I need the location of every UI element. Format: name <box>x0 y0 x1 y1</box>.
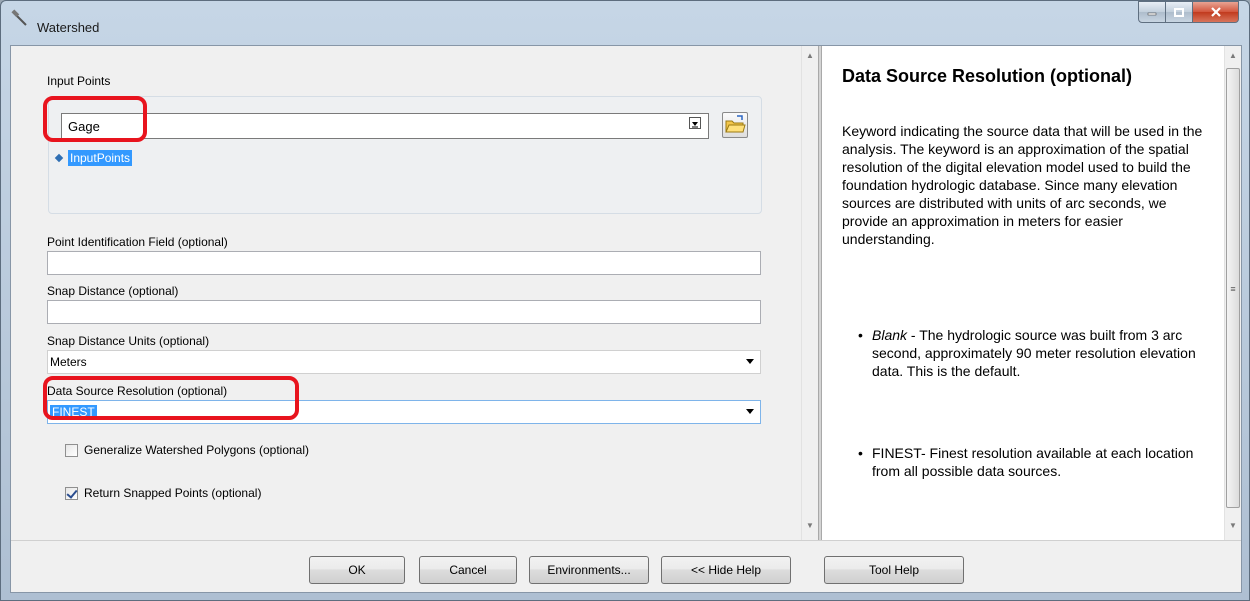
snap-units-dropdown[interactable]: Meters <box>47 350 761 374</box>
return-snapped-label: Return Snapped Points (optional) <box>84 486 262 500</box>
dialog-client: Input Points Gage InputPoints Point Iden… <box>10 45 1242 593</box>
layer-bullet-icon <box>54 153 64 163</box>
ok-button[interactable]: OK <box>309 556 405 584</box>
generalize-checkbox[interactable] <box>65 443 78 457</box>
hide-help-button[interactable]: << Hide Help <box>661 556 791 584</box>
return-snapped-checkbox-row[interactable]: Return Snapped Points (optional) <box>65 486 261 500</box>
environments-button[interactable]: Environments... <box>529 556 649 584</box>
input-points-value: Gage <box>68 119 100 134</box>
scroll-up-icon[interactable]: ▲ <box>802 48 818 64</box>
parameters-scrollbar[interactable]: ▲ ▼ <box>801 46 818 540</box>
minimize-button[interactable] <box>1138 1 1166 23</box>
return-snapped-checkbox[interactable] <box>65 486 78 500</box>
input-points-label: Input Points <box>47 74 111 88</box>
help-item-finest: FINEST- Finest resolution available at e… <box>858 444 1212 480</box>
tool-help-button[interactable]: Tool Help <box>824 556 964 584</box>
cancel-button[interactable]: Cancel <box>419 556 517 584</box>
help-paragraph: Keyword indicating the source data that … <box>842 123 1203 247</box>
point-id-field-label: Point Identification Field (optional) <box>47 235 228 249</box>
input-points-combo[interactable]: Gage <box>61 113 709 139</box>
maximize-button[interactable] <box>1166 1 1193 23</box>
generalize-label: Generalize Watershed Polygons (optional) <box>84 443 310 457</box>
help-item-blank: Blank - The hydrologic source was built … <box>858 326 1212 380</box>
close-button[interactable] <box>1193 1 1239 23</box>
help-pane: Data Source Resolution (optional) Keywor… <box>822 46 1224 540</box>
scrollbar-thumb[interactable]: ≡ <box>1226 68 1240 508</box>
maximize-icon <box>1174 7 1184 17</box>
dropdown-arrow-icon[interactable] <box>686 117 704 135</box>
scroll-down-icon[interactable]: ▼ <box>1225 518 1241 534</box>
help-item-text: FINEST- Finest resolution available at e… <box>872 445 1194 479</box>
snap-units-value: Meters <box>50 355 87 369</box>
watershed-dialog: Watershed Input Points Gage InputPoints … <box>0 0 1250 601</box>
input-points-layer-item[interactable]: InputPoints <box>54 150 133 166</box>
close-icon <box>1210 7 1221 17</box>
help-item-text: - The hydrologic source was built from 3… <box>872 327 1196 379</box>
button-bar: OK Cancel Environments... << Hide Help T… <box>11 540 1241 592</box>
snap-distance-input[interactable] <box>47 300 761 324</box>
point-id-field-input[interactable] <box>47 251 761 275</box>
chevron-down-icon <box>746 409 754 414</box>
help-title: Data Source Resolution (optional) <box>842 66 1133 86</box>
help-item-keyword: Blank <box>872 327 908 343</box>
scroll-down-icon[interactable]: ▼ <box>802 518 818 534</box>
minimize-icon <box>1147 12 1157 16</box>
help-scrollbar[interactable]: ▲ ≡ ▼ <box>1224 46 1241 540</box>
parameters-pane: Input Points Gage InputPoints Point Iden… <box>11 46 801 540</box>
input-points-layer-label: InputPoints <box>68 150 133 166</box>
data-source-resolution-label: Data Source Resolution (optional) <box>47 384 228 398</box>
data-source-resolution-dropdown[interactable]: FINEST <box>47 400 761 424</box>
generalize-checkbox-row[interactable]: Generalize Watershed Polygons (optional) <box>65 443 309 457</box>
snap-units-label: Snap Distance Units (optional) <box>47 334 210 348</box>
browse-button[interactable] <box>722 112 748 138</box>
chevron-down-icon <box>746 359 754 364</box>
folder-icon <box>725 115 746 133</box>
data-source-resolution-value: FINEST <box>50 405 97 419</box>
title-bar[interactable]: Watershed <box>1 1 1249 45</box>
snap-distance-label: Snap Distance (optional) <box>47 284 179 298</box>
hammer-icon <box>11 9 27 26</box>
scroll-up-icon[interactable]: ▲ <box>1225 48 1241 64</box>
window-title: Watershed <box>37 20 100 35</box>
